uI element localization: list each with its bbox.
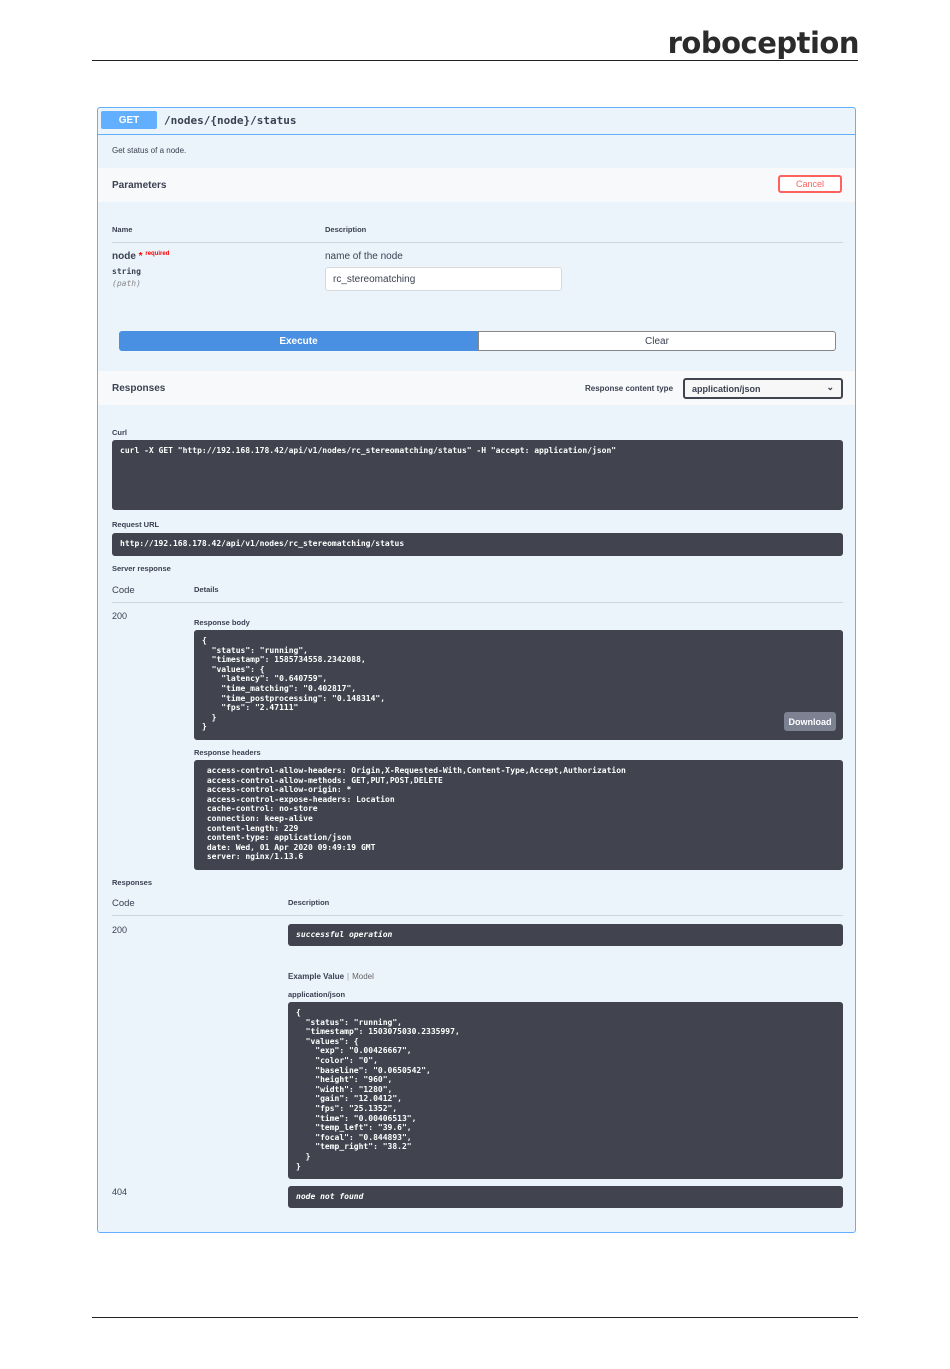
documented-divider bbox=[112, 915, 843, 916]
param-description: name of the node bbox=[325, 251, 403, 262]
param-type: string bbox=[112, 267, 141, 276]
operation-block-get-node-status: GET /nodes/{node}/status Get status of a… bbox=[97, 107, 856, 1233]
http-method-badge: GET bbox=[101, 111, 157, 129]
example-value: { "status": "running", "timestamp": 1503… bbox=[288, 1002, 843, 1179]
response-body-label: Response body bbox=[194, 618, 250, 627]
header-rule bbox=[92, 60, 858, 61]
documented-col-description: Description bbox=[288, 898, 330, 907]
clear-button[interactable]: Clear bbox=[478, 331, 836, 351]
node-input[interactable] bbox=[325, 267, 562, 291]
required-star: * bbox=[138, 251, 143, 262]
param-header-divider bbox=[112, 242, 843, 243]
example-model-tabs: Example Value | Model bbox=[288, 972, 374, 981]
curl-label: Curl bbox=[112, 428, 127, 437]
param-location: (path) bbox=[112, 279, 141, 288]
response-404-code: 404 bbox=[112, 1187, 128, 1197]
request-url-label: Request URL bbox=[112, 520, 160, 529]
param-col-name: Name bbox=[112, 225, 133, 234]
footer-rule bbox=[92, 1317, 858, 1318]
tab-example-value[interactable]: Example Value bbox=[288, 972, 344, 981]
roboception-logo: roboception bbox=[667, 26, 860, 60]
response-body: { "status": "running", "timestamp": 1585… bbox=[194, 630, 843, 740]
request-url: http://192.168.178.42/api/v1/nodes/rc_st… bbox=[112, 533, 843, 556]
cancel-button[interactable]: Cancel bbox=[778, 175, 842, 193]
responses-title: Responses bbox=[112, 383, 166, 394]
param-col-description: Description bbox=[325, 225, 367, 234]
server-response-label: Server response bbox=[112, 564, 171, 573]
required-label: required bbox=[145, 251, 170, 257]
param-name-text: node bbox=[112, 251, 136, 262]
execute-button[interactable]: Execute bbox=[119, 331, 478, 351]
response-headers-label: Response headers bbox=[194, 748, 261, 757]
parameters-header: Parameters bbox=[98, 168, 855, 202]
curl-command: curl -X GET "http://192.168.178.42/api/v… bbox=[112, 440, 843, 510]
documented-col-code: Code bbox=[112, 898, 135, 909]
operation-summary[interactable]: GET /nodes/{node}/status bbox=[98, 108, 855, 135]
parameters-title: Parameters bbox=[112, 180, 167, 191]
server-response-col-details: Details bbox=[194, 585, 219, 594]
download-button[interactable]: Download bbox=[784, 712, 836, 731]
response-headers: access-control-allow-headers: Origin,X-R… bbox=[194, 760, 843, 870]
param-name: node * required bbox=[112, 251, 169, 262]
operation-path: /nodes/{node}/status bbox=[164, 114, 297, 127]
response-content-type-select[interactable]: application/json ⌄ bbox=[683, 378, 843, 399]
server-response-code: 200 bbox=[112, 611, 128, 621]
chevron-down-icon: ⌄ bbox=[826, 382, 834, 392]
tab-model[interactable]: Model bbox=[352, 972, 374, 981]
server-response-col-code: Code bbox=[112, 585, 135, 596]
operation-description: Get status of a node. bbox=[112, 146, 187, 155]
example-media-type: application/json bbox=[288, 990, 346, 999]
response-content-type-label: Response content type bbox=[585, 384, 674, 393]
response-content-type-value: application/json bbox=[692, 384, 761, 394]
response-200-description: successful operation bbox=[288, 924, 843, 946]
server-response-divider bbox=[112, 602, 843, 603]
response-404-description: node not found bbox=[288, 1186, 843, 1208]
response-200-code: 200 bbox=[112, 925, 128, 935]
documented-responses-title: Responses bbox=[112, 878, 153, 887]
